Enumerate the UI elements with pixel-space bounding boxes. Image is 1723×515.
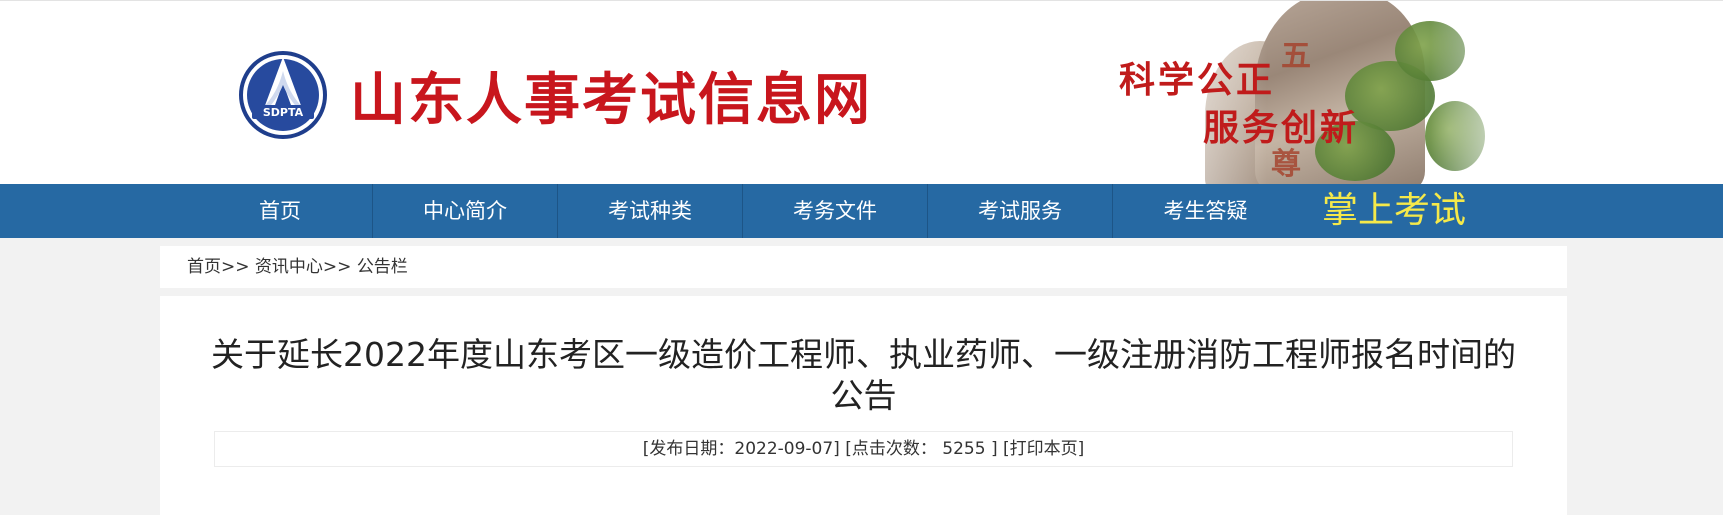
sdpta-logo-icon[interactable]: SDPTA — [238, 47, 328, 141]
main-nav: 首页 中心简介 考试种类 考务文件 考试服务 考生答疑 掌上考试 — [0, 184, 1723, 238]
nav-item-about[interactable]: 中心简介 — [373, 184, 558, 238]
publish-date: 2022-09-07 — [734, 439, 834, 459]
nav-item-exam-services[interactable]: 考试服务 — [928, 184, 1113, 238]
publish-date-label: [发布日期： — [642, 439, 735, 459]
nav-item-home[interactable]: 首页 — [188, 184, 373, 238]
banner-image: 五 尊 科学公正 服务创新 — [1095, 1, 1525, 185]
slogan-line-1: 科学公正 — [1119, 59, 1276, 101]
site-title[interactable]: 山东人事考试信息网 — [350, 63, 872, 139]
breadcrumb-separator: >> — [221, 257, 250, 277]
breadcrumb-section-link[interactable]: 资讯中心 — [255, 257, 323, 277]
breadcrumb-separator: >> — [322, 257, 352, 277]
click-count: 5255 — [942, 439, 986, 459]
print-page-link[interactable]: [打印本页] — [1003, 439, 1084, 459]
logo-text: SDPTA — [263, 106, 304, 119]
publish-date-close: ] — [833, 439, 840, 459]
nav-item-exam-documents[interactable]: 考务文件 — [743, 184, 928, 238]
breadcrumb-current-link[interactable]: 公告栏 — [357, 257, 408, 277]
slogan-line-2: 服务创新 — [1203, 107, 1360, 149]
article-meta: [发布日期：2022-09-07] [点击次数： 5255 ] [打印本页] — [214, 431, 1513, 467]
click-count-close: ] — [990, 439, 998, 459]
click-count-label: [点击次数： — [845, 439, 937, 459]
nav-items: 首页 中心简介 考试种类 考务文件 考试服务 考生答疑 掌上考试 — [188, 184, 1466, 238]
nav-item-faq[interactable]: 考生答疑 — [1113, 184, 1298, 238]
breadcrumb: 首页>> 资讯中心>> 公告栏 — [187, 246, 408, 288]
nav-item-mobile-exam[interactable]: 掌上考试 — [1298, 184, 1466, 238]
breadcrumb-bar: 首页>> 资讯中心>> 公告栏 — [160, 246, 1567, 288]
site-header: SDPTA 山东人事考试信息网 五 尊 科学公正 服务创新 — [0, 0, 1723, 185]
breadcrumb-home-link[interactable]: 首页 — [187, 257, 221, 277]
article-title: 关于延长2022年度山东考区一级造价工程师、执业药师、一级注册消防工程师报名时间… — [211, 335, 1516, 415]
nav-item-exam-types[interactable]: 考试种类 — [558, 184, 743, 238]
article-panel: 关于延长2022年度山东考区一级造价工程师、执业药师、一级注册消防工程师报名时间… — [160, 296, 1567, 515]
